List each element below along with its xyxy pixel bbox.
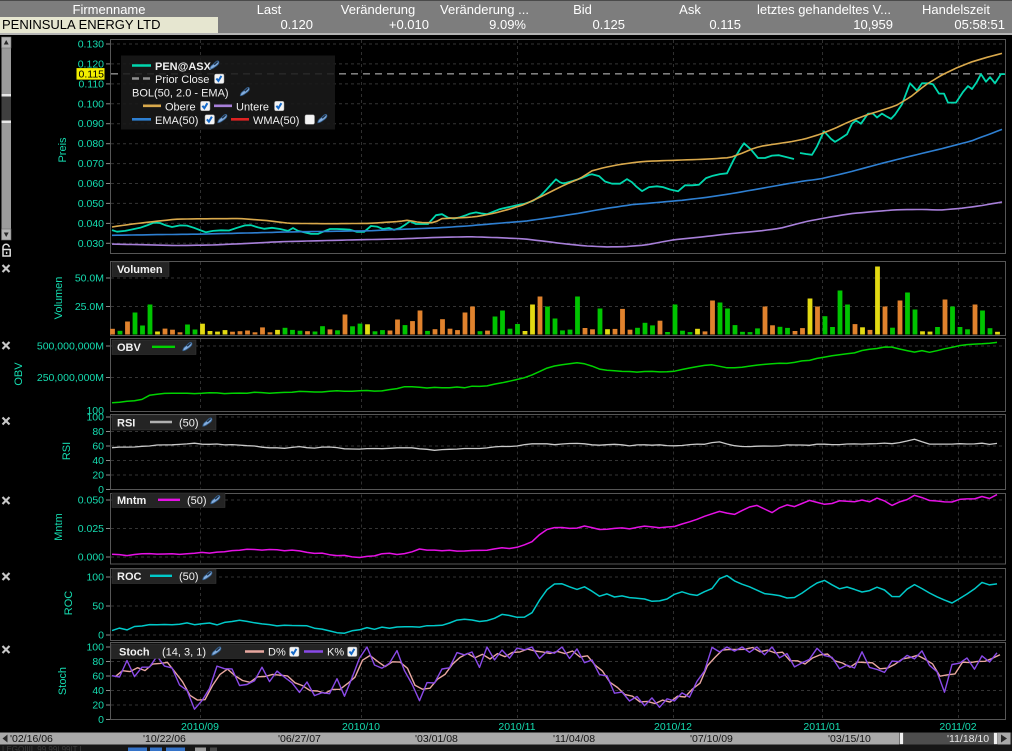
svg-text:OBV: OBV	[13, 362, 25, 386]
svg-text:Volumen: Volumen	[117, 264, 163, 276]
svg-text:Mntm: Mntm	[117, 495, 147, 507]
svg-text:Prior Close: Prior Close	[155, 74, 209, 86]
svg-text:Preis: Preis	[57, 137, 69, 163]
svg-text:2011/01: 2011/01	[803, 721, 840, 733]
svg-text:0.030: 0.030	[78, 238, 104, 250]
svg-text:Volumen: Volumen	[53, 277, 65, 320]
svg-text:(50): (50)	[179, 418, 199, 430]
svg-text:ROC: ROC	[63, 591, 75, 616]
svg-text:'06/27/07: '06/27/07	[278, 733, 321, 745]
svg-text:50.0M: 50.0M	[75, 273, 104, 285]
svg-text:40: 40	[92, 455, 104, 467]
svg-text:100: 100	[86, 412, 104, 424]
svg-text:Mntm: Mntm	[53, 513, 65, 541]
svg-text:Obere: Obere	[165, 101, 196, 113]
svg-text:2010/12: 2010/12	[654, 721, 692, 733]
svg-text:D%: D%	[268, 647, 286, 659]
svg-text:LEGQIIIL 99 99| 99|T L: LEGQIIIL 99 99| 99|T L	[2, 745, 85, 751]
svg-text:'03/01/08: '03/01/08	[415, 733, 458, 745]
svg-text:'03/15/10: '03/15/10	[828, 733, 871, 745]
svg-text:2010/09: 2010/09	[181, 721, 219, 733]
svg-text:80: 80	[92, 426, 104, 438]
svg-text:0: 0	[98, 630, 104, 642]
svg-text:EMA(50): EMA(50)	[155, 115, 198, 127]
svg-text:0.080: 0.080	[78, 138, 104, 150]
svg-text:0.070: 0.070	[78, 158, 104, 170]
svg-text:2010/10: 2010/10	[342, 721, 380, 733]
svg-text:80: 80	[92, 656, 104, 668]
svg-text:0.050: 0.050	[78, 495, 104, 507]
svg-text:2010/11: 2010/11	[498, 721, 535, 733]
svg-text:0.025: 0.025	[78, 523, 104, 535]
svg-text:0.090: 0.090	[78, 118, 104, 130]
svg-text:0.050: 0.050	[78, 198, 104, 210]
svg-text:K%: K%	[327, 647, 344, 659]
svg-text:(14, 3, 1): (14, 3, 1)	[162, 647, 206, 659]
svg-text:20: 20	[92, 470, 104, 482]
svg-text:(50): (50)	[179, 571, 199, 583]
svg-text:OBV: OBV	[117, 342, 142, 354]
svg-text:'11/18/10: '11/18/10	[947, 733, 989, 745]
svg-text:0.060: 0.060	[78, 178, 104, 190]
svg-text:(50): (50)	[187, 495, 207, 507]
svg-text:0.000: 0.000	[78, 552, 104, 564]
svg-text:40: 40	[92, 685, 104, 697]
svg-text:BOL(50, 2.0 - EMA): BOL(50, 2.0 - EMA)	[132, 88, 229, 100]
svg-text:0.130: 0.130	[78, 39, 104, 51]
svg-text:'11/04/08: '11/04/08	[553, 733, 595, 745]
svg-text:0.115: 0.115	[79, 69, 105, 81]
svg-text:PEN@ASX: PEN@ASX	[155, 61, 212, 73]
svg-text:ROC: ROC	[117, 571, 142, 583]
svg-text:500,000,000M: 500,000,000M	[37, 341, 104, 353]
svg-text:60: 60	[92, 441, 104, 453]
svg-text:RSI: RSI	[61, 442, 73, 460]
svg-text:60: 60	[92, 671, 104, 683]
svg-text:25.0M: 25.0M	[75, 301, 104, 313]
svg-text:0.100: 0.100	[78, 98, 104, 110]
svg-text:RSI: RSI	[117, 418, 135, 430]
svg-text:Stoch: Stoch	[119, 647, 150, 659]
svg-text:WMA(50): WMA(50)	[253, 115, 299, 127]
svg-text:0.040: 0.040	[78, 218, 104, 230]
svg-text:Untere: Untere	[236, 101, 269, 113]
svg-text:100: 100	[86, 642, 104, 654]
svg-text:100: 100	[86, 572, 104, 584]
svg-text:250,000,000M: 250,000,000M	[37, 372, 104, 384]
svg-text:'02/16/06: '02/16/06	[10, 733, 53, 745]
svg-text:'10/22/06: '10/22/06	[143, 733, 186, 745]
svg-text:50: 50	[92, 601, 104, 613]
svg-text:Stoch: Stoch	[57, 667, 69, 695]
svg-text:2011/02: 2011/02	[939, 721, 976, 733]
svg-text:'07/10/09: '07/10/09	[690, 733, 733, 745]
svg-text:0: 0	[98, 714, 104, 726]
svg-text:20: 20	[92, 700, 104, 712]
